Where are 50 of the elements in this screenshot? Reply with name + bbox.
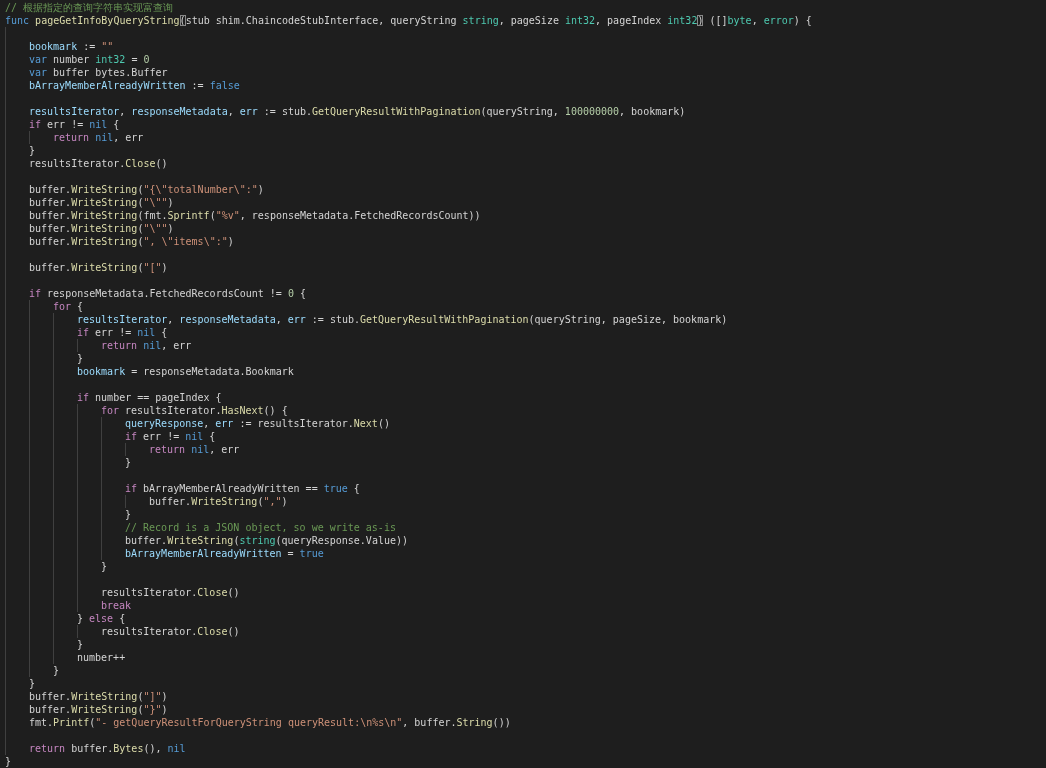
code-line: } xyxy=(29,677,36,690)
code-line: // Record is a JSON object, so we write as-is xyxy=(125,521,396,534)
code-line: buffer.WriteString(fmt.Sprintf("%v", responseMetadata.FetchedRecordsCount)) xyxy=(29,209,481,222)
code-line: if err != nil { xyxy=(77,326,168,339)
code-line: } xyxy=(53,664,60,677)
code-line: // 根据指定的查询字符串实现富查询 xyxy=(5,1,174,14)
code-line: number++ xyxy=(77,651,126,664)
code-line: bookmark = responseMetadata.Bookmark xyxy=(77,365,294,378)
code-line: if number == pageIndex { xyxy=(77,391,222,404)
code-line: resultsIterator, responseMetadata, err := stub.GetQueryResultWithPagination(queryString, pageSize, bookmark) xyxy=(77,313,728,326)
code-line: resultsIterator.Close() xyxy=(101,586,240,599)
code-line: resultsIterator.Close() xyxy=(101,625,240,638)
code-line: func pageGetInfoByQueryString(stub shim.ChaincodeStubInterface, queryString string, pageSize int32, pageIndex int32) ([]byte, error) { xyxy=(5,14,812,27)
code-line: bArrayMemberAlreadyWritten := false xyxy=(29,79,240,92)
code-line: return nil, err xyxy=(53,131,144,144)
code-line: } xyxy=(125,508,132,521)
code-line: buffer.WriteString(",") xyxy=(149,495,288,508)
code-line: for resultsIterator.HasNext() { xyxy=(101,404,288,417)
code-line: return nil, err xyxy=(149,443,240,456)
code-line: fmt.Printf("- getQueryResultForQueryString queryResult:\n%s\n", buffer.String()) xyxy=(29,716,511,729)
code-line: } else { xyxy=(77,612,126,625)
code-line: if bArrayMemberAlreadyWritten == true { xyxy=(125,482,360,495)
code-line: } xyxy=(101,560,108,573)
code-line: if err != nil { xyxy=(125,430,216,443)
code-line: } xyxy=(5,755,12,768)
code-line: var buffer bytes.Buffer xyxy=(29,66,168,79)
code-line: buffer.WriteString("\"") xyxy=(29,196,174,209)
code-line: queryResponse, err := resultsIterator.Next() xyxy=(125,417,390,430)
code-line: if responseMetadata.FetchedRecordsCount != 0 { xyxy=(29,287,306,300)
code-line: } xyxy=(125,456,132,469)
code-line: resultsIterator.Close() xyxy=(29,157,168,170)
code-line: return buffer.Bytes(), nil xyxy=(29,742,186,755)
code-line: buffer.WriteString("]") xyxy=(29,690,168,703)
code-line: for { xyxy=(53,300,84,313)
code-line: buffer.WriteString(string(queryResponse.Value)) xyxy=(125,534,408,547)
code-line: if err != nil { xyxy=(29,118,120,131)
code-line: } xyxy=(77,638,84,651)
code-line: break xyxy=(101,599,132,612)
code-line: buffer.WriteString("}") xyxy=(29,703,168,716)
code-line: resultsIterator, responseMetadata, err := stub.GetQueryResultWithPagination(queryString, 100000000, bookmark) xyxy=(29,105,686,118)
code-line: bookmark := "" xyxy=(29,40,114,53)
code-line: } xyxy=(29,144,36,157)
code-line: } xyxy=(77,352,84,365)
code-line: buffer.WriteString("[") xyxy=(29,261,168,274)
code-line: buffer.WriteString("{\"totalNumber\":") xyxy=(29,183,264,196)
code-line: return nil, err xyxy=(101,339,192,352)
code-line: buffer.WriteString(", \"items\":") xyxy=(29,235,234,248)
code-line: var number int32 = 0 xyxy=(29,53,150,66)
code-line: buffer.WriteString("\"") xyxy=(29,222,174,235)
code-line: bArrayMemberAlreadyWritten = true xyxy=(125,547,324,560)
